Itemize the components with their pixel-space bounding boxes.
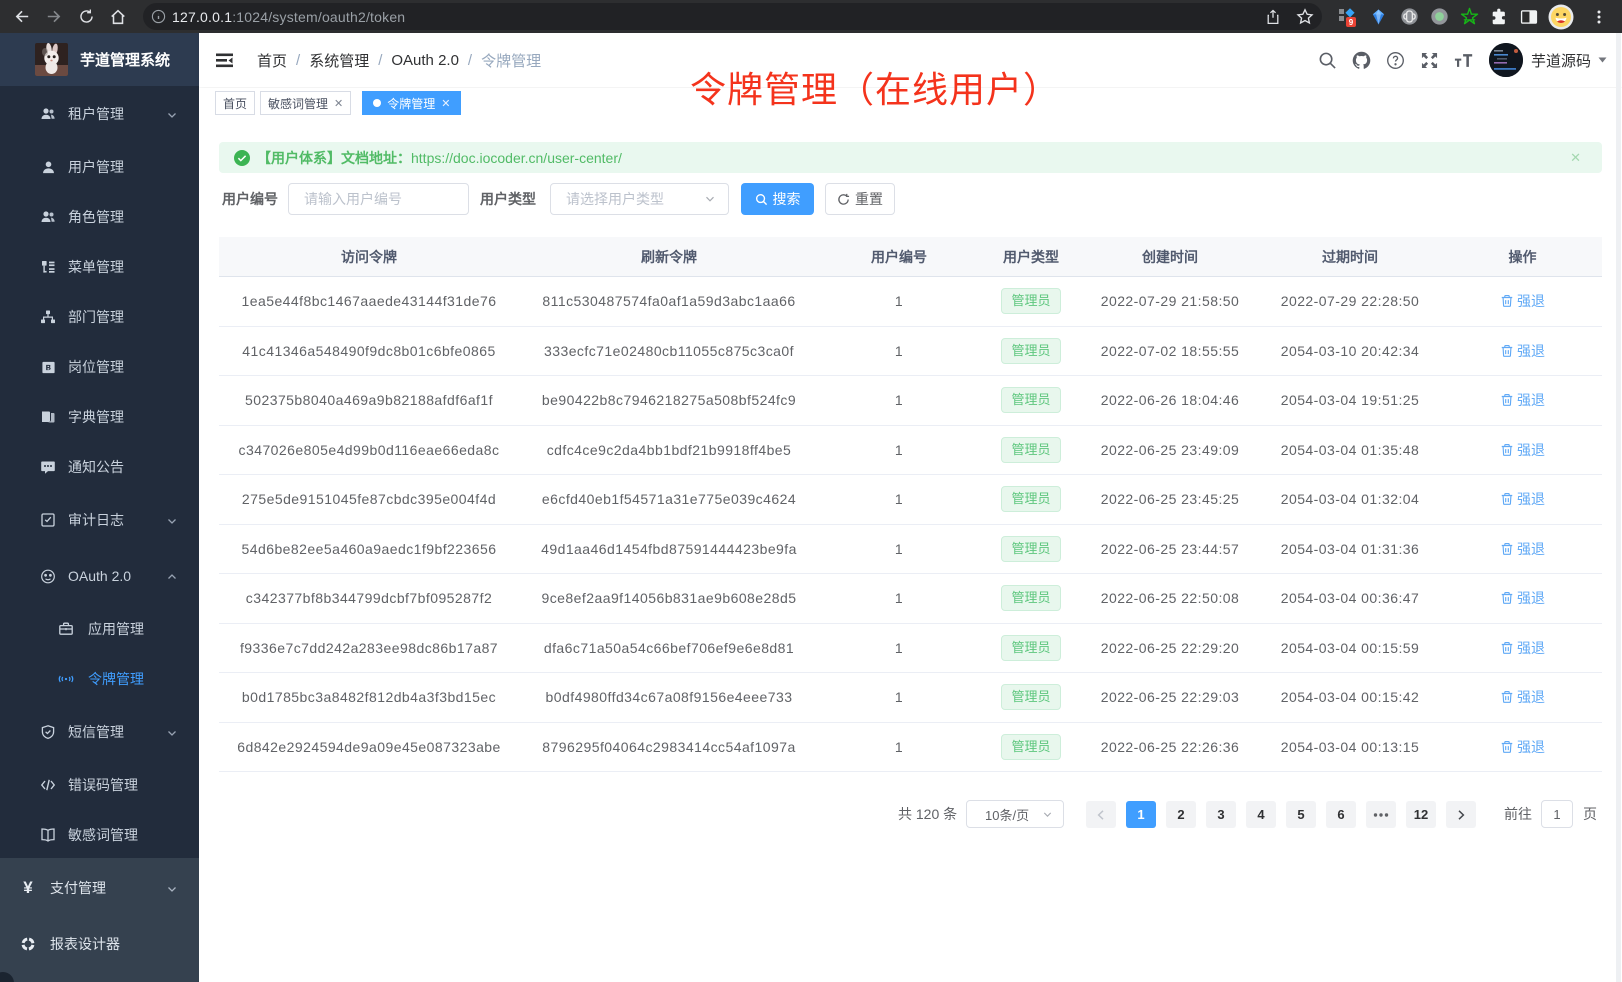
svg-text:9: 9 bbox=[1349, 18, 1354, 27]
